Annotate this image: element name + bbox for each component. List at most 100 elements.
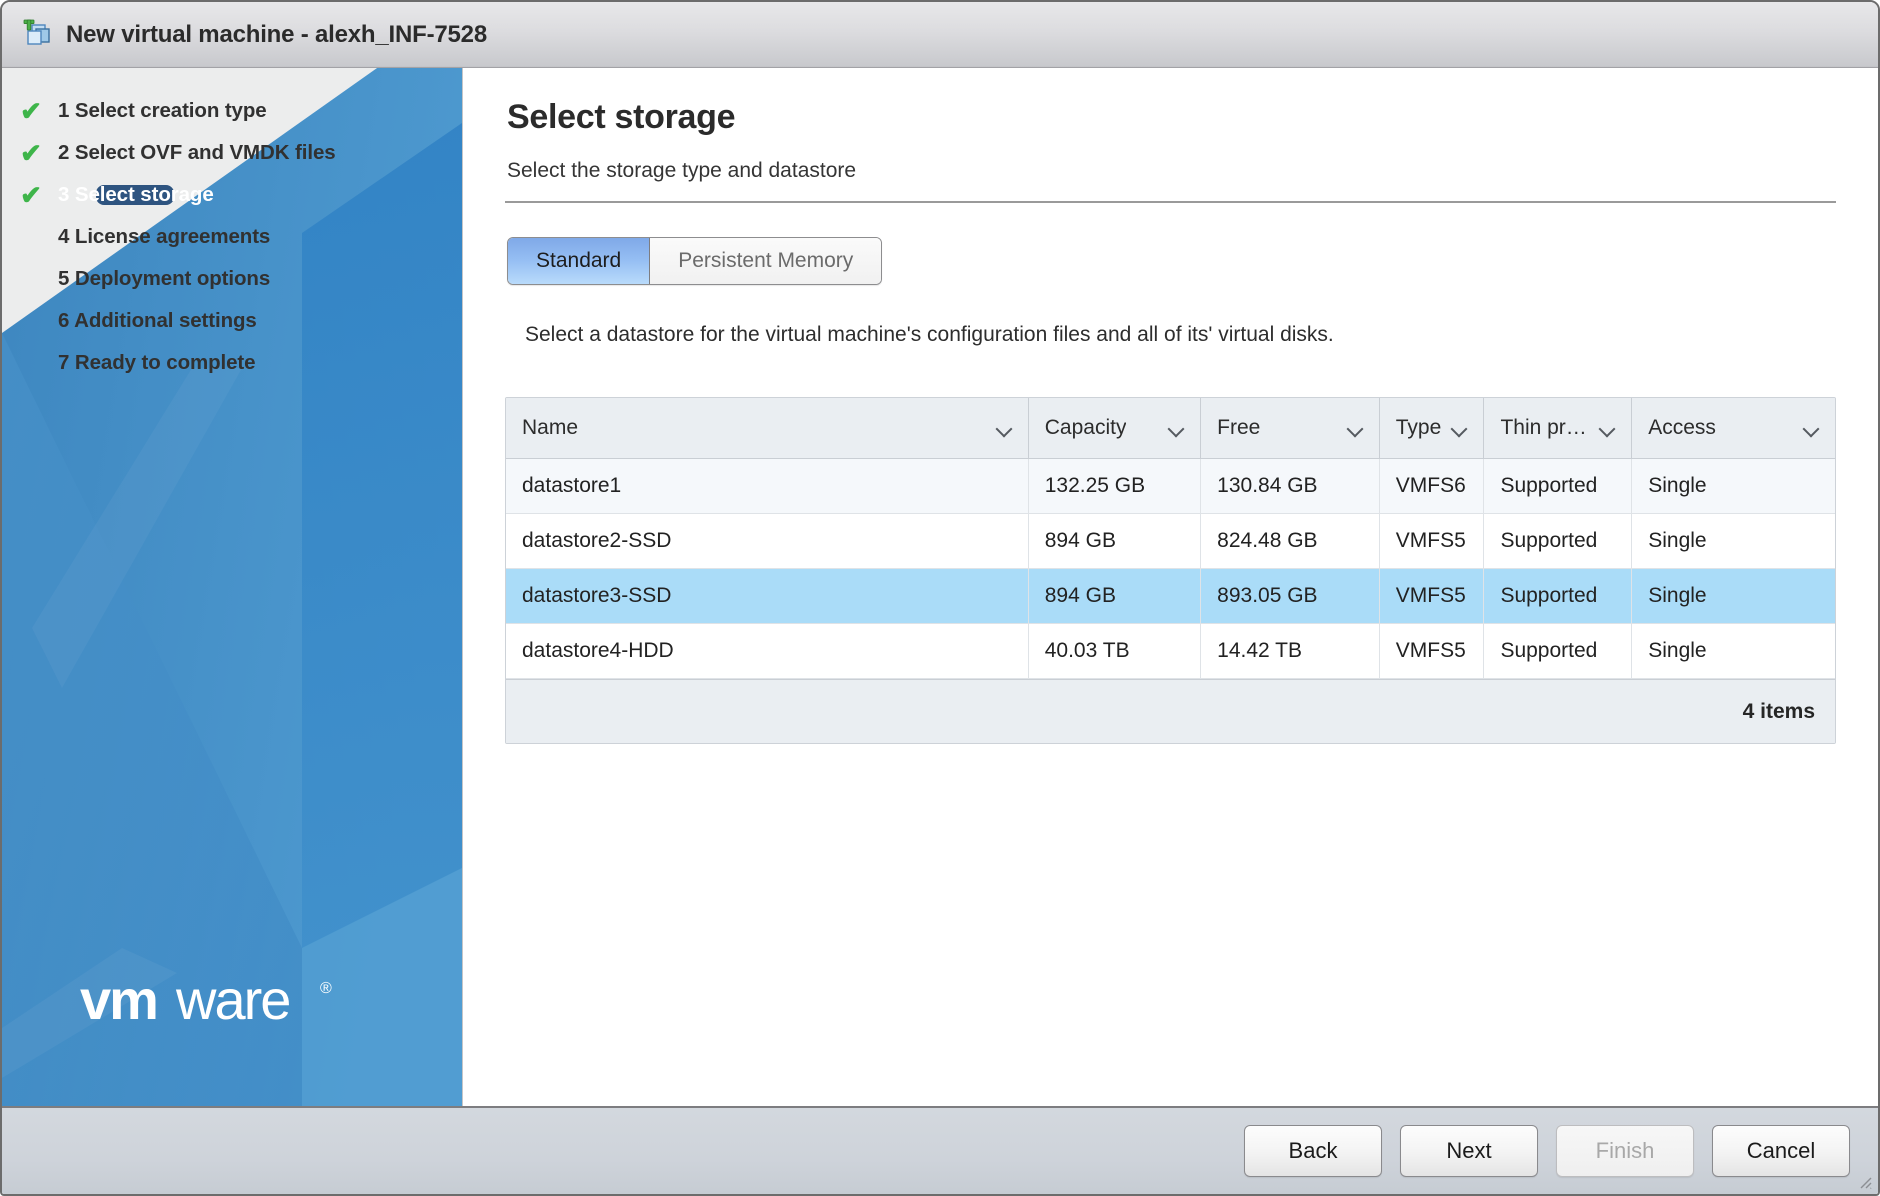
header-divider	[505, 201, 1836, 203]
step-check-placeholder: ·	[16, 266, 46, 292]
page-subtitle: Select the storage type and datastore	[507, 159, 857, 182]
cell-free: 14.42 TB	[1200, 623, 1380, 679]
table-row[interactable]: datastore2-SSD 894 GB 824.48 GB VMFS5 Su…	[506, 513, 1835, 569]
cell-free: 893.05 GB	[1200, 568, 1380, 624]
next-button[interactable]: Next	[1400, 1125, 1538, 1177]
tab-persistent-memory[interactable]: Persistent Memory	[650, 238, 882, 284]
sidebar-step-license-agreements[interactable]: · 4 License agreements	[2, 216, 462, 258]
cell-name: datastore1	[506, 458, 1029, 514]
column-header-name[interactable]: Name	[506, 398, 1029, 459]
sidebar-step-ready-to-complete[interactable]: · 7 Ready to complete	[2, 342, 462, 384]
sidebar-step-select-storage[interactable]: ✔ 3 Select storage	[2, 174, 462, 216]
datastore-table-body: datastore1 132.25 GB 130.84 GB VMFS6 Sup…	[506, 458, 1835, 679]
step-check-placeholder: ·	[16, 350, 46, 376]
storage-type-tabs: Standard Persistent Memory	[507, 237, 883, 285]
cell-type: VMFS6	[1379, 458, 1485, 514]
cell-access: Single	[1631, 458, 1835, 514]
window-titlebar: New virtual machine - alexh_INF-7528	[2, 2, 1878, 68]
cell-free: 824.48 GB	[1200, 513, 1380, 569]
chevron-down-icon[interactable]	[1168, 423, 1184, 433]
item-count-label: 4 items	[1742, 699, 1815, 723]
cell-thin-provisioning: Supported	[1483, 623, 1633, 679]
sidebar-step-label: 6 Additional settings	[58, 309, 257, 332]
tab-standard[interactable]: Standard	[508, 238, 651, 284]
sidebar-step-select-ovf-vmdk[interactable]: ✔ 2 Select OVF and VMDK files	[2, 132, 462, 174]
table-footer: 4 items	[506, 679, 1835, 743]
column-header-free[interactable]: Free	[1200, 398, 1380, 459]
cell-thin-provisioning: Supported	[1483, 513, 1633, 569]
window-title: New virtual machine - alexh_INF-7528	[66, 20, 487, 48]
sidebar-step-select-creation-type[interactable]: ✔ 1 Select creation type	[2, 90, 462, 132]
cell-thin-provisioning: Supported	[1483, 568, 1633, 624]
cell-thin-provisioning: Supported	[1483, 458, 1633, 514]
page-title: Select storage	[507, 98, 736, 136]
cell-capacity: 132.25 GB	[1028, 458, 1202, 514]
table-header-row: Name Capacity Free Type Thin pro... Acce…	[506, 398, 1835, 459]
vmware-logo: vm ware ®	[80, 968, 380, 1038]
column-header-label: Thin pro...	[1500, 416, 1594, 439]
step-complete-check-icon: ✔	[20, 138, 42, 168]
back-button[interactable]: Back	[1244, 1125, 1382, 1177]
sidebar-step-deployment-options[interactable]: · 5 Deployment options	[2, 258, 462, 300]
column-header-label: Type	[1395, 416, 1442, 439]
sidebar-step-label: 7 Ready to complete	[58, 351, 256, 374]
cell-name: datastore2-SSD	[506, 513, 1029, 569]
svg-text:®: ®	[320, 980, 332, 997]
sidebar-step-label: 4 License agreements	[58, 225, 271, 248]
table-row[interactable]: datastore4-HDD 40.03 TB 14.42 TB VMFS5 S…	[506, 623, 1835, 679]
window-body: ✔ 1 Select creation type ✔ 2 Select OVF …	[2, 68, 1878, 1106]
cell-access: Single	[1631, 623, 1835, 679]
sidebar-step-label: 1 Select creation type	[58, 99, 267, 122]
instruction-text: Select a datastore for the virtual machi…	[525, 323, 1334, 346]
sidebar-step-additional-settings[interactable]: · 6 Additional settings	[2, 300, 462, 342]
cell-access: Single	[1631, 568, 1835, 624]
step-check-placeholder: ·	[16, 224, 46, 250]
chevron-down-icon[interactable]	[996, 423, 1012, 433]
column-header-type[interactable]: Type	[1379, 398, 1485, 459]
column-header-label: Name	[522, 416, 579, 439]
chevron-down-icon[interactable]	[1347, 423, 1363, 433]
finish-button: Finish	[1556, 1125, 1694, 1177]
svg-text:vm: vm	[80, 973, 157, 1031]
chevron-down-icon[interactable]	[1599, 423, 1615, 433]
table-row[interactable]: datastore1 132.25 GB 130.84 GB VMFS6 Sup…	[506, 458, 1835, 514]
column-header-label: Capacity	[1044, 416, 1127, 439]
table-row-selected[interactable]: datastore3-SSD 894 GB 893.05 GB VMFS5 Su…	[506, 568, 1835, 624]
cell-type: VMFS5	[1379, 513, 1485, 569]
column-header-access[interactable]: Access	[1631, 398, 1835, 459]
cell-type: VMFS5	[1379, 568, 1485, 624]
cell-access: Single	[1631, 513, 1835, 569]
cell-capacity: 40.03 TB	[1028, 623, 1202, 679]
datastore-table: Name Capacity Free Type Thin pro... Acce…	[506, 398, 1835, 679]
chevron-down-icon[interactable]	[1803, 423, 1819, 433]
cell-capacity: 894 GB	[1028, 568, 1202, 624]
sidebar-step-label: 5 Deployment options	[58, 267, 271, 290]
sidebar-step-label: 2 Select OVF and VMDK files	[58, 141, 336, 164]
sidebar-step-label: 3 Select storage	[58, 183, 214, 206]
wizard-main-panel: Select storage Select the storage type a…	[463, 68, 1878, 1106]
cell-name: datastore3-SSD	[506, 568, 1029, 624]
resize-grip-icon[interactable]	[1856, 1173, 1872, 1189]
dialog-footer: Back Next Finish Cancel	[2, 1106, 1878, 1194]
svg-text:ware: ware	[175, 973, 289, 1031]
datastore-table-container: Name Capacity Free Type Thin pro... Acce…	[505, 397, 1836, 744]
step-complete-check-icon: ✔	[20, 96, 42, 126]
column-header-capacity[interactable]: Capacity	[1028, 398, 1202, 459]
cancel-button[interactable]: Cancel	[1712, 1125, 1850, 1177]
application-root: New virtual machine - alexh_INF-7528 ✔ 1…	[0, 0, 1880, 1196]
wizard-step-list: ✔ 1 Select creation type ✔ 2 Select OVF …	[2, 68, 462, 384]
cell-type: VMFS5	[1379, 623, 1485, 679]
datastore-table-head: Name Capacity Free Type Thin pro... Acce…	[506, 398, 1835, 459]
wizard-sidebar: ✔ 1 Select creation type ✔ 2 Select OVF …	[2, 68, 463, 1106]
column-header-label: Free	[1217, 416, 1261, 439]
step-check-placeholder: ·	[16, 308, 46, 334]
step-complete-check-icon: ✔	[20, 180, 42, 210]
column-header-thin-provisioning[interactable]: Thin pro...	[1483, 398, 1633, 459]
cell-free: 130.84 GB	[1200, 458, 1380, 514]
new-vm-icon	[20, 19, 54, 51]
column-header-label: Access	[1648, 416, 1716, 439]
cell-name: datastore4-HDD	[506, 623, 1029, 679]
chevron-down-icon[interactable]	[1451, 423, 1467, 433]
cell-capacity: 894 GB	[1028, 513, 1202, 569]
wizard-window: New virtual machine - alexh_INF-7528 ✔ 1…	[0, 0, 1880, 1196]
